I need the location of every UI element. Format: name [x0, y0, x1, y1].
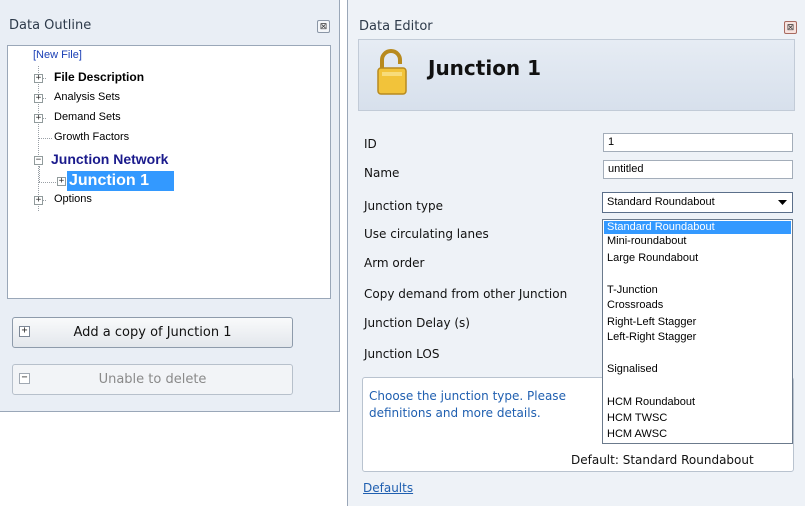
- tree-connector: [39, 166, 40, 182]
- option-left-right-stagger[interactable]: Left-Right Stagger: [604, 331, 791, 344]
- arm-order-label: Arm order: [364, 256, 425, 270]
- tree-item-junction-1[interactable]: Junction 1: [67, 171, 174, 191]
- option-large-roundabout[interactable]: Large Roundabout: [604, 252, 791, 265]
- option-hcm-twsc[interactable]: HCM TWSC: [604, 412, 791, 425]
- tree-connector: [39, 182, 56, 183]
- chevron-down-icon: [778, 200, 787, 205]
- copy-demand-label: Copy demand from other Junction: [364, 287, 568, 301]
- tree-item-options[interactable]: Options: [54, 193, 92, 205]
- outline-close-icon[interactable]: ⊠: [317, 20, 330, 33]
- id-label: ID: [364, 137, 377, 151]
- help-text-line-1: Choose the junction type. Please: [369, 389, 566, 403]
- name-label: Name: [364, 166, 400, 180]
- tree-item-junction-network[interactable]: Junction Network: [51, 151, 168, 167]
- option-t-junction[interactable]: T-Junction: [604, 284, 791, 297]
- option-right-left-stagger[interactable]: Right-Left Stagger: [604, 316, 791, 329]
- tree-item-demand-sets[interactable]: Demand Sets: [54, 111, 121, 123]
- data-outline-panel: Data Outline ⊠ [New File] + File Descrip…: [0, 0, 340, 412]
- option-mini-roundabout[interactable]: Mini-roundabout: [604, 235, 791, 248]
- data-editor-title: Data Editor: [359, 19, 433, 34]
- option-hcm-roundabout[interactable]: HCM Roundabout: [604, 396, 791, 409]
- delete-button-label: Unable to delete: [98, 372, 207, 387]
- expand-icon[interactable]: +: [34, 196, 43, 205]
- expand-icon[interactable]: +: [34, 74, 43, 83]
- tree-item-analysis-sets[interactable]: Analysis Sets: [54, 91, 120, 103]
- data-outline-title: Data Outline: [9, 18, 92, 33]
- junction-type-select[interactable]: Standard Roundabout: [602, 192, 793, 213]
- tree-item-growth-factors[interactable]: Growth Factors: [54, 131, 129, 143]
- name-field[interactable]: untitled: [603, 160, 793, 179]
- junction-type-value: Standard Roundabout: [607, 196, 715, 208]
- tree-item-file-description[interactable]: File Description: [54, 70, 144, 84]
- option-crossroads[interactable]: Crossroads: [604, 299, 791, 312]
- expand-icon[interactable]: +: [57, 177, 66, 186]
- junction-type-dropdown: Standard Roundabout Mini-roundabout Larg…: [602, 219, 793, 444]
- default-value-text: Default: Standard Roundabout: [571, 453, 754, 467]
- junction-delay-label: Junction Delay (s): [364, 316, 470, 330]
- minus-icon: −: [19, 373, 30, 384]
- option-standard-roundabout[interactable]: Standard Roundabout: [604, 221, 791, 234]
- editor-header: [358, 39, 795, 111]
- tree-item-new-file[interactable]: [New File]: [33, 49, 82, 61]
- defaults-link[interactable]: Defaults: [363, 481, 413, 495]
- junction-los-label: Junction LOS: [364, 347, 440, 361]
- delete-button[interactable]: − Unable to delete: [12, 364, 293, 395]
- expand-icon[interactable]: +: [34, 114, 43, 123]
- editor-heading: Junction 1: [428, 56, 542, 80]
- id-field[interactable]: 1: [603, 133, 793, 152]
- expand-icon[interactable]: +: [34, 94, 43, 103]
- junction-type-label: Junction type: [364, 199, 443, 213]
- tree-connector: [38, 138, 52, 139]
- add-copy-button[interactable]: + Add a copy of Junction 1: [12, 317, 293, 348]
- option-signalised[interactable]: Signalised: [604, 363, 791, 376]
- help-text-line-2: definitions and more details.: [369, 406, 541, 420]
- circulating-lanes-label: Use circulating lanes: [364, 227, 489, 241]
- collapse-icon[interactable]: −: [34, 156, 43, 165]
- editor-close-icon[interactable]: ⊠: [784, 21, 797, 34]
- option-hcm-awsc[interactable]: HCM AWSC: [604, 428, 791, 441]
- add-copy-button-label: Add a copy of Junction 1: [73, 325, 232, 340]
- unlocked-padlock-icon: [377, 49, 407, 95]
- plus-icon: +: [19, 326, 30, 337]
